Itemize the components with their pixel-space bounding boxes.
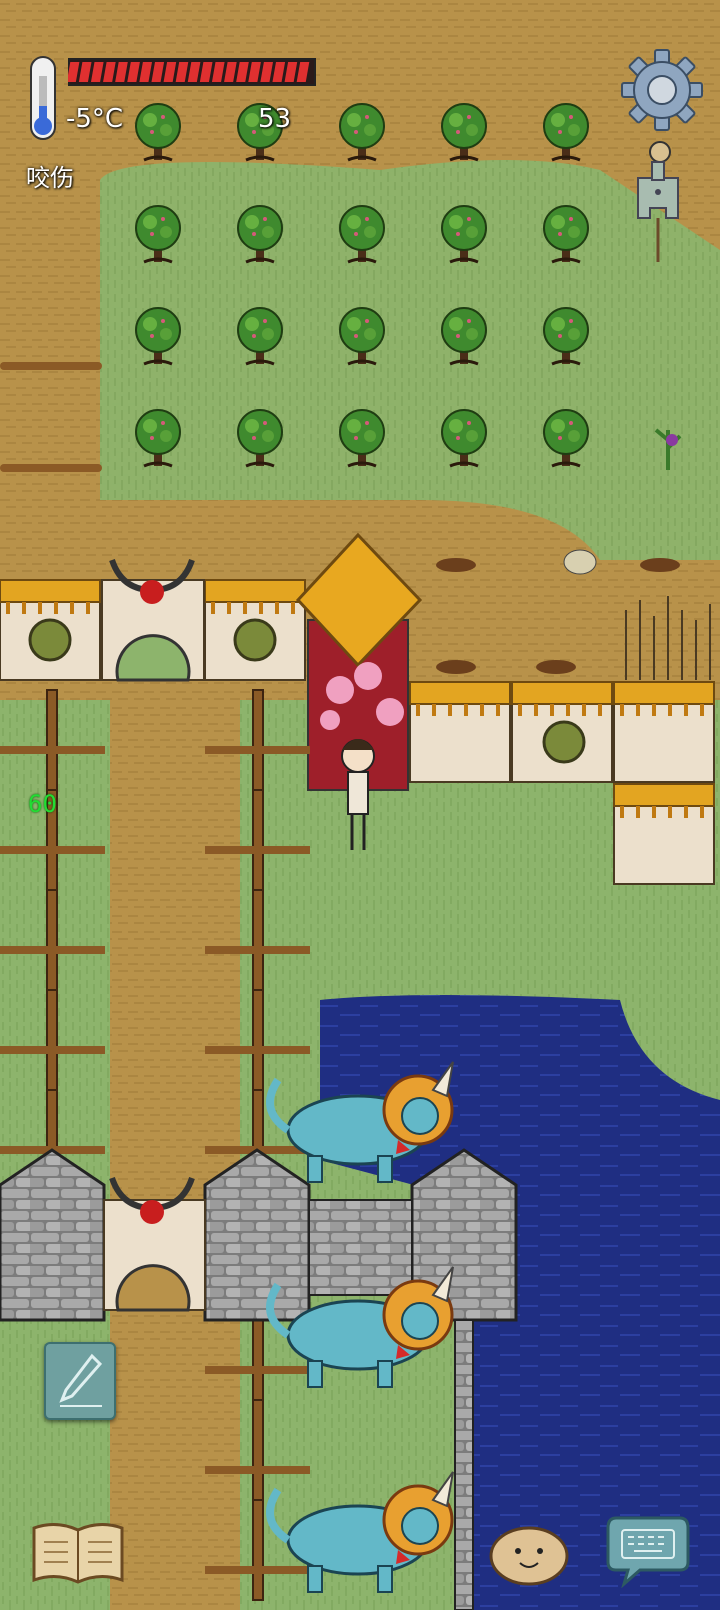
pencil-icon — [59, 1353, 103, 1407]
floating-number: 60 — [28, 790, 57, 818]
gear-icon[interactable] — [620, 48, 704, 132]
potato-face-icon[interactable] — [488, 1525, 570, 1587]
pencil-button[interactable] — [44, 1342, 116, 1420]
temperature-label: -5°C — [66, 104, 124, 134]
status-effect-label: 咬伤 — [26, 164, 74, 192]
health-bar — [68, 58, 316, 86]
spade-coin-icon[interactable] — [634, 138, 682, 268]
food-counter: 53 — [258, 104, 292, 134]
open-book-icon[interactable] — [28, 1520, 128, 1586]
thermometer-icon — [30, 56, 56, 140]
keyboard-chat-icon[interactable] — [606, 1512, 690, 1588]
